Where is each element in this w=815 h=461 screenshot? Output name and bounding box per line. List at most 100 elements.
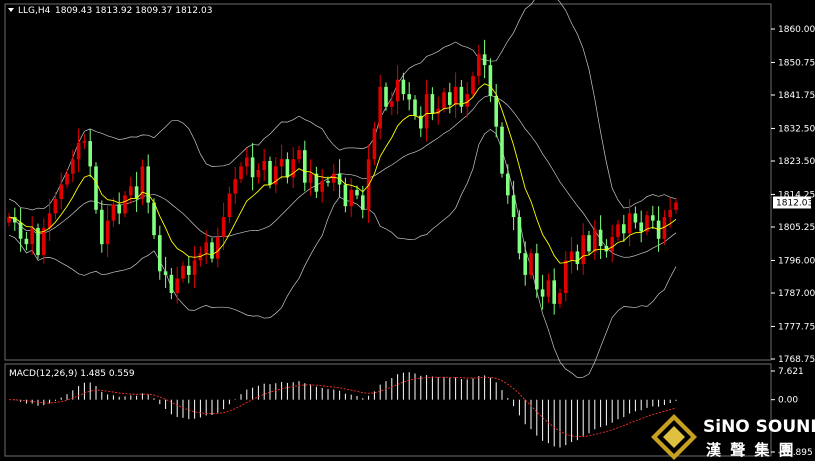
candle-body xyxy=(564,260,568,293)
candle-body xyxy=(129,186,133,196)
candle-body xyxy=(540,289,545,297)
candle-body xyxy=(187,265,191,275)
candle-body xyxy=(239,166,243,180)
candle-body xyxy=(361,195,365,210)
candle-body xyxy=(7,217,11,223)
candle-body xyxy=(105,220,110,245)
candle-body xyxy=(216,236,220,259)
candle-body xyxy=(477,54,481,77)
price-tick-label: 1805.25 xyxy=(778,223,815,233)
candle-body xyxy=(587,235,591,252)
price-tick-label: 1832.50 xyxy=(778,124,815,134)
candle-body xyxy=(407,94,411,100)
candle-body xyxy=(158,235,162,272)
candle-body xyxy=(622,224,626,234)
candle-body xyxy=(674,202,678,210)
candle-body xyxy=(123,195,127,214)
candle-body xyxy=(192,260,197,275)
candle-body xyxy=(390,101,394,107)
brand-chinese: 漢 聲 集 團 xyxy=(706,441,796,459)
candle-body xyxy=(303,150,307,183)
candle-body xyxy=(552,280,556,304)
candle-body xyxy=(221,217,226,237)
candle-body xyxy=(569,251,574,261)
macd-tick-label: 7.621 xyxy=(778,367,804,377)
candle-body xyxy=(227,193,232,218)
candle-body xyxy=(581,235,585,265)
candle-body xyxy=(262,161,266,171)
candle-body xyxy=(279,159,284,167)
candle-body xyxy=(111,204,116,221)
candle-body xyxy=(169,274,174,293)
candle xyxy=(529,248,533,279)
candle-body xyxy=(308,173,313,183)
candle-body xyxy=(256,170,261,178)
candle-body xyxy=(355,189,359,196)
candle-body xyxy=(633,213,638,223)
candle-body xyxy=(163,271,168,275)
candle-body xyxy=(668,209,672,218)
trading-chart[interactable]: 1860.001850.751841.751832.501823.501814.… xyxy=(0,0,815,461)
candle-body xyxy=(146,166,150,203)
candle-body xyxy=(593,229,597,252)
candle-body xyxy=(320,180,324,192)
candle-body xyxy=(482,54,487,66)
candle xyxy=(517,210,522,260)
candle-body xyxy=(59,184,63,199)
price-tick-label: 1796.00 xyxy=(778,256,815,266)
candle-body xyxy=(349,189,353,207)
price-tick-label: 1850.75 xyxy=(778,58,815,68)
candle-body xyxy=(175,278,179,293)
candle-body xyxy=(117,204,121,214)
candle-body xyxy=(517,217,522,254)
candle-body xyxy=(285,159,290,178)
candle-body xyxy=(378,86,382,129)
candle-body xyxy=(204,242,208,254)
price-tick-label: 1860.00 xyxy=(778,25,815,35)
candle-body xyxy=(500,126,504,174)
candle-body xyxy=(639,222,643,232)
candle xyxy=(94,162,98,214)
candle-body xyxy=(343,184,348,207)
candle-body xyxy=(24,238,29,245)
candle-body xyxy=(30,227,34,245)
current-price-label: 1812.03 xyxy=(776,198,813,208)
candle-body xyxy=(152,202,156,236)
candle-body xyxy=(210,242,214,259)
candle-body xyxy=(442,92,446,109)
price-tick-label: 1768.75 xyxy=(778,355,815,365)
candle-body xyxy=(268,161,272,185)
candle-body xyxy=(233,179,237,194)
candle-body xyxy=(546,280,551,297)
candle xyxy=(36,223,40,259)
candle-body xyxy=(65,173,69,185)
candle-body xyxy=(413,99,417,116)
candle-body xyxy=(326,180,330,183)
candle-body xyxy=(598,229,603,246)
candle-body xyxy=(47,213,52,228)
candle-body xyxy=(430,94,435,114)
candle-body xyxy=(453,86,458,105)
candle-body xyxy=(465,94,469,107)
candle-body xyxy=(616,224,620,237)
ohlc-values: 1809.43 1813.92 1809.37 1812.03 xyxy=(55,6,212,16)
candle-body xyxy=(448,92,452,105)
candle-body xyxy=(610,236,614,252)
candle-body xyxy=(332,173,336,183)
candle-body xyxy=(575,251,580,265)
candle-body xyxy=(401,79,406,95)
price-tick-label: 1787.00 xyxy=(778,289,815,299)
candle-body xyxy=(71,159,75,174)
candle-body xyxy=(494,95,498,127)
candle-body xyxy=(529,253,533,275)
price-tick-label: 1823.50 xyxy=(778,157,815,167)
macd-tick-label: 0.00 xyxy=(778,396,798,406)
candle-body xyxy=(372,128,377,160)
candle-body xyxy=(627,213,632,234)
candle-body xyxy=(297,150,301,160)
candle-body xyxy=(651,215,655,221)
candle-body xyxy=(424,94,429,129)
candle-body xyxy=(18,222,23,239)
candle-body xyxy=(88,141,92,167)
candle-body xyxy=(250,157,255,178)
